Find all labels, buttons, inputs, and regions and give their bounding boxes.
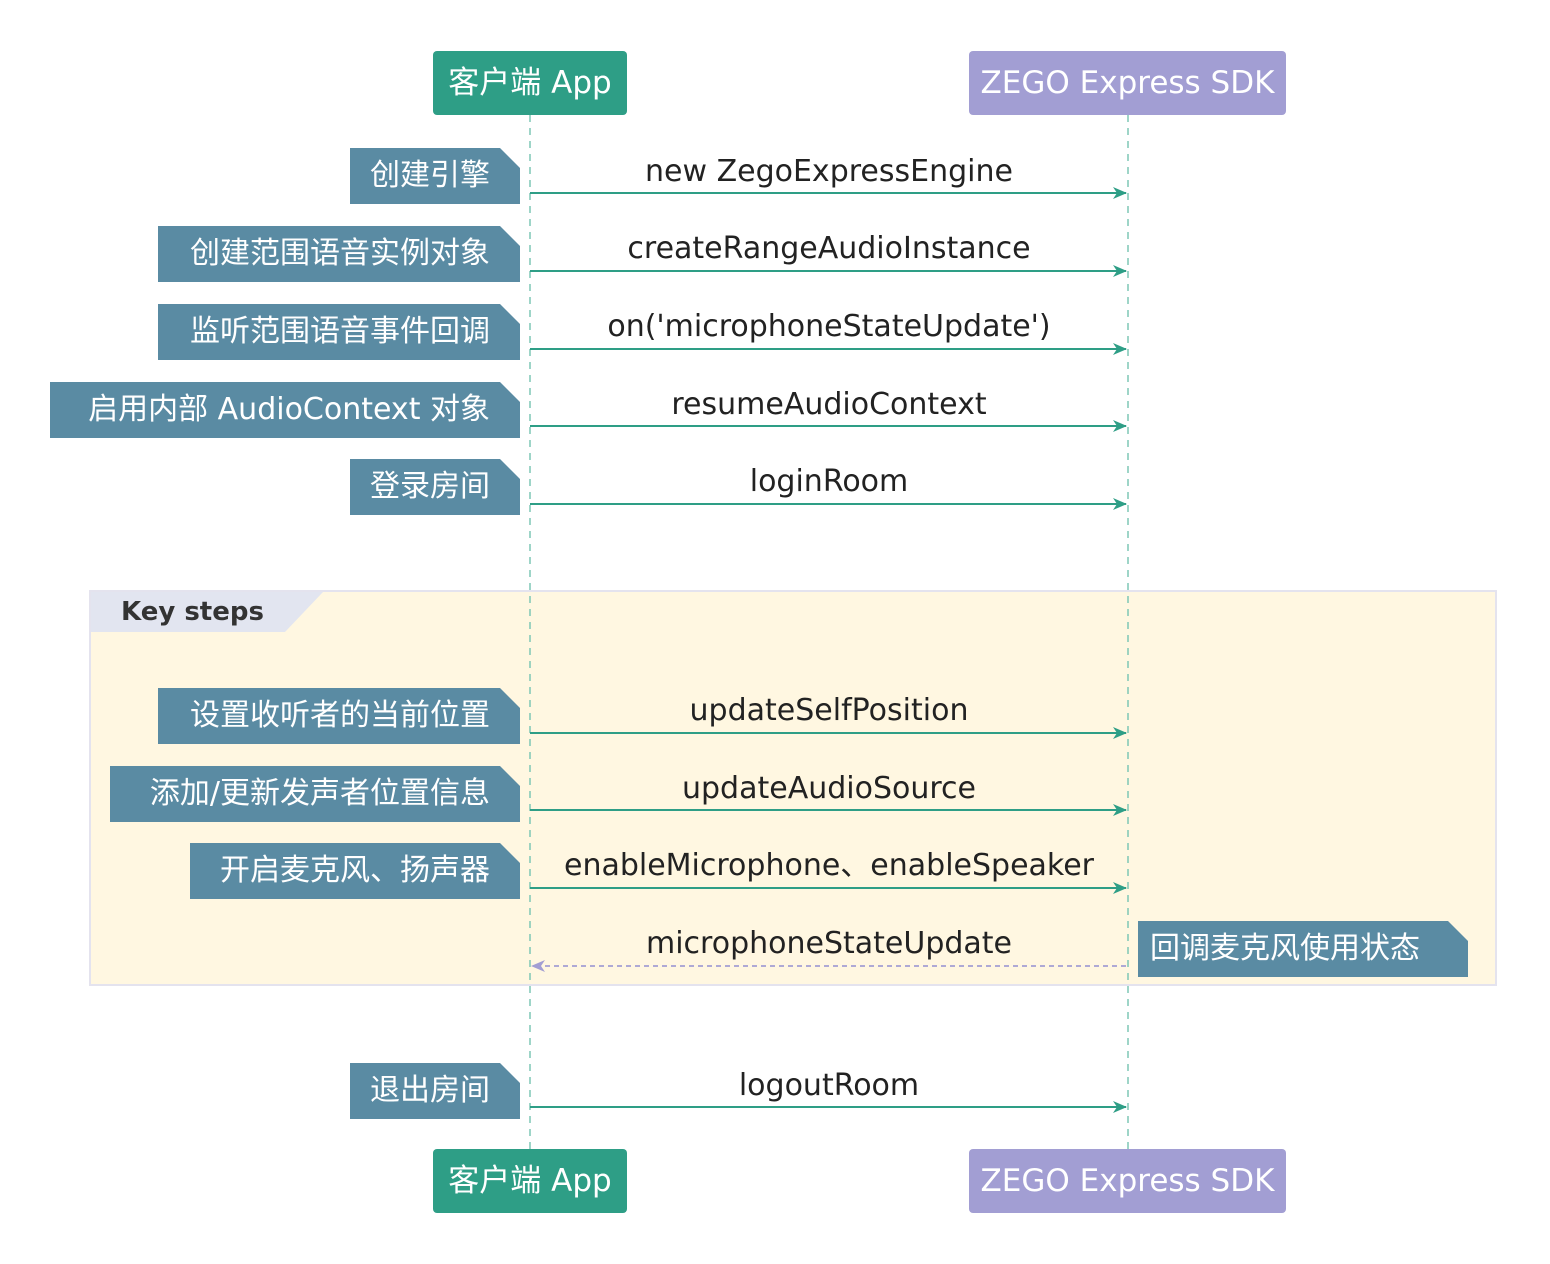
note-logout-room: 退出房间 <box>350 1063 520 1119</box>
note-create-engine: 创建引擎 <box>350 148 520 204</box>
note-enable-audiocontext: 启用内部 AudioContext 对象 <box>50 382 520 438</box>
note-enable-mic-speaker: 开启麦克风、扬声器 <box>190 843 520 899</box>
participant-app-top: 客户端 App <box>433 51 627 115</box>
message-resume-audio-context: resumeAudioContext <box>671 387 987 422</box>
note-update-source-position: 添加/更新发声者位置信息 <box>110 766 520 822</box>
message-update-audio-source: updateAudioSource <box>681 771 976 806</box>
message-create-range-audio-instance: createRangeAudioInstance <box>627 231 1031 266</box>
message-update-self-position: updateSelfPosition <box>689 693 969 728</box>
participant-sdk-top: ZEGO Express SDK <box>969 51 1286 115</box>
message-on-microphone-state-update: on('microphoneStateUpdate') <box>607 309 1051 344</box>
message-login-room: loginRoom <box>749 464 909 499</box>
message-enable-mic-speaker: enableMicrophone、enableSpeaker <box>563 848 1095 883</box>
note-set-listener-position: 设置收听者的当前位置 <box>158 688 520 744</box>
message-new-engine: new ZegoExpressEngine <box>645 154 1013 189</box>
note-listen-events: 监听范围语音事件回调 <box>158 304 520 360</box>
participant-sdk-bottom: ZEGO Express SDK <box>969 1149 1286 1213</box>
note-mic-state-callback: 回调麦克风使用状态 <box>1138 921 1468 977</box>
message-microphone-state-update: microphoneStateUpdate <box>645 926 1013 961</box>
message-logout-room: logoutRoom <box>738 1068 920 1103</box>
participant-app-bottom: 客户端 App <box>433 1149 627 1213</box>
note-create-range-audio: 创建范围语音实例对象 <box>158 226 520 282</box>
note-login-room: 登录房间 <box>350 459 520 515</box>
